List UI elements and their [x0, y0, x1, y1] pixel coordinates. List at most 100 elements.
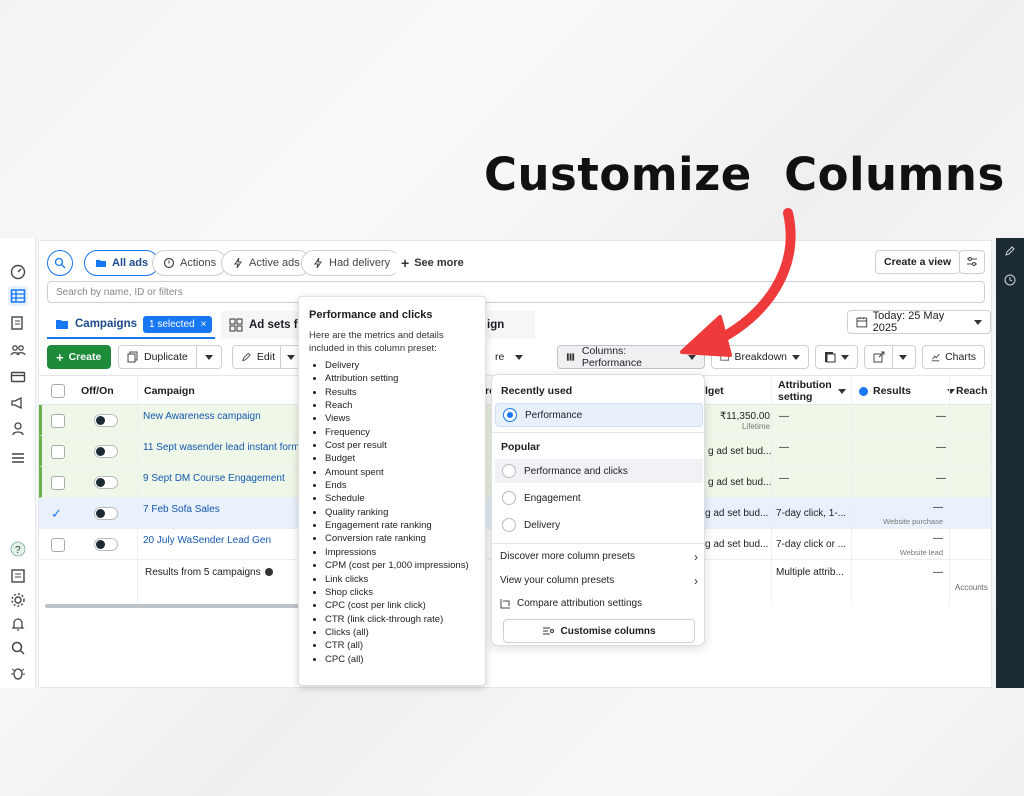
people-icon[interactable] [8, 419, 28, 439]
search-input[interactable]: Search by name, ID or filters [47, 281, 985, 303]
edit-button[interactable]: Edit [232, 345, 304, 369]
close-icon[interactable]: × [201, 319, 207, 330]
settings-sliders-button[interactable] [959, 250, 985, 274]
audience-icon[interactable] [8, 340, 28, 360]
report-icon[interactable] [8, 566, 28, 586]
export-button[interactable] [864, 345, 916, 369]
preset-engagement[interactable]: Engagement [495, 486, 703, 510]
row-toggle[interactable] [94, 414, 118, 427]
active-ads-filter[interactable]: Active ads [221, 250, 311, 276]
dashboard-icon[interactable] [8, 262, 28, 282]
row-checkbox[interactable] [51, 537, 65, 552]
view-presets-label: View your column presets [500, 575, 615, 586]
create-button[interactable]: + Create [47, 345, 111, 369]
metric-item: Conversion rate ranking [325, 532, 475, 545]
headline: Customize Columns [484, 148, 1005, 201]
billing-icon[interactable] [8, 367, 28, 387]
had-delivery-filter[interactable]: Had delivery [301, 250, 402, 276]
tab-ads[interactable]: ign [487, 311, 535, 339]
row-toggle[interactable] [94, 507, 118, 520]
customise-icon [543, 627, 555, 635]
header-offon[interactable]: Off/On [81, 376, 114, 406]
all-ads-filter[interactable]: All ads [84, 250, 160, 276]
pages-icon[interactable] [8, 313, 28, 333]
campaign-name[interactable]: 20 July WaSender Lead Gen [143, 529, 271, 560]
attribution-value: 7-day click, 1-... [776, 508, 847, 519]
horizontal-scrollbar[interactable] [45, 604, 299, 608]
sort-attribution[interactable] [838, 376, 846, 406]
header-budget[interactable]: lget [705, 376, 724, 406]
header-results-wrap[interactable]: Results [859, 376, 955, 406]
row-checkbox[interactable] [51, 475, 65, 490]
settings-icon[interactable] [8, 590, 28, 610]
more-button[interactable]: re [487, 345, 531, 369]
bug-icon[interactable] [8, 663, 28, 683]
clock-icon[interactable] [1004, 273, 1016, 291]
campaign-name[interactable]: 9 Sept DM Course Engagement [143, 467, 285, 498]
preset-performance-clicks[interactable]: Performance and clicks [495, 459, 703, 483]
select-all-checkbox[interactable] [51, 376, 65, 406]
lightning-icon [234, 257, 242, 269]
selected-count: 1 selected [149, 318, 195, 330]
metric-item: Engagement rate ranking [325, 519, 475, 532]
help-icon[interactable]: ? [8, 539, 28, 559]
charts-button[interactable]: Charts [922, 345, 985, 369]
create-view-button[interactable]: Create a view [875, 250, 961, 274]
duplicate-button[interactable]: Duplicate [118, 345, 222, 369]
preset-performance[interactable]: Performance [495, 403, 703, 427]
tab-campaigns-label: Campaigns [75, 318, 137, 330]
budget-value: g ad set bud... [705, 508, 769, 519]
footer-label-wrap: Results from 5 campaigns [145, 560, 273, 584]
actions-filter[interactable]: Actions [152, 250, 228, 276]
megaphone-icon[interactable] [8, 393, 28, 413]
date-picker[interactable]: Today: 25 May 2025 [847, 310, 991, 334]
chevron-down-icon [287, 354, 295, 360]
info-icon [859, 386, 868, 396]
header-campaign[interactable]: Campaign [144, 376, 195, 406]
edit-dropdown[interactable] [280, 346, 295, 368]
bell-icon[interactable] [8, 614, 28, 634]
table-icon[interactable] [8, 286, 28, 306]
budget-value: g ad set bud... [708, 477, 772, 488]
chevron-right-icon: › [694, 573, 698, 588]
metric-item: Clicks (all) [325, 626, 475, 639]
duplicate-icon [127, 351, 138, 363]
search-toggle-button[interactable] [47, 250, 73, 276]
duplicate-dropdown[interactable] [196, 346, 213, 368]
tab-ad-sets-label: Ad sets fo [249, 319, 305, 331]
campaign-name[interactable]: New Awareness campaign [143, 405, 261, 436]
edit-icon[interactable] [1004, 244, 1016, 262]
preset-engagement-label: Engagement [524, 492, 581, 504]
compare-attribution-item[interactable]: Compare attribution settings [500, 598, 642, 609]
sliders-icon [967, 257, 977, 266]
row-toggle[interactable] [94, 445, 118, 458]
results-value: — [933, 501, 943, 513]
view-presets-item[interactable]: View your column presets › [500, 573, 698, 588]
actions-icon [163, 257, 175, 269]
reports-button[interactable] [815, 345, 858, 369]
chevron-down-icon [899, 354, 907, 360]
tab-campaigns[interactable]: Campaigns 1 selected × [47, 311, 215, 339]
customise-columns-button[interactable]: Customise columns [503, 619, 695, 643]
metric-item: Budget [325, 452, 475, 465]
row-checkbox-checked[interactable]: ✓ [51, 498, 62, 529]
row-toggle[interactable] [94, 476, 118, 489]
metric-item: Results [325, 386, 475, 399]
campaign-name[interactable]: 7 Feb Sofa Sales [143, 498, 220, 529]
preset-delivery[interactable]: Delivery [495, 513, 703, 537]
export-dropdown[interactable] [892, 346, 907, 368]
row-checkbox[interactable] [51, 444, 65, 459]
campaign-name[interactable]: 11 Sept wasender lead instant form [143, 436, 300, 467]
see-more-button[interactable]: + See more [391, 250, 474, 276]
row-checkbox[interactable] [51, 413, 65, 428]
chart-icon [931, 353, 940, 362]
menu-icon[interactable] [8, 448, 28, 468]
attribution-value: — [779, 473, 789, 484]
selected-badge[interactable]: 1 selected × [143, 315, 213, 333]
header-reach[interactable]: Reach [956, 376, 988, 406]
row-toggle[interactable] [94, 538, 118, 551]
tooltip-title: Performance and clicks [309, 309, 433, 321]
search-icon[interactable] [8, 638, 28, 658]
footer-results: — [933, 566, 943, 578]
discover-presets-item[interactable]: Discover more column presets › [500, 550, 698, 564]
